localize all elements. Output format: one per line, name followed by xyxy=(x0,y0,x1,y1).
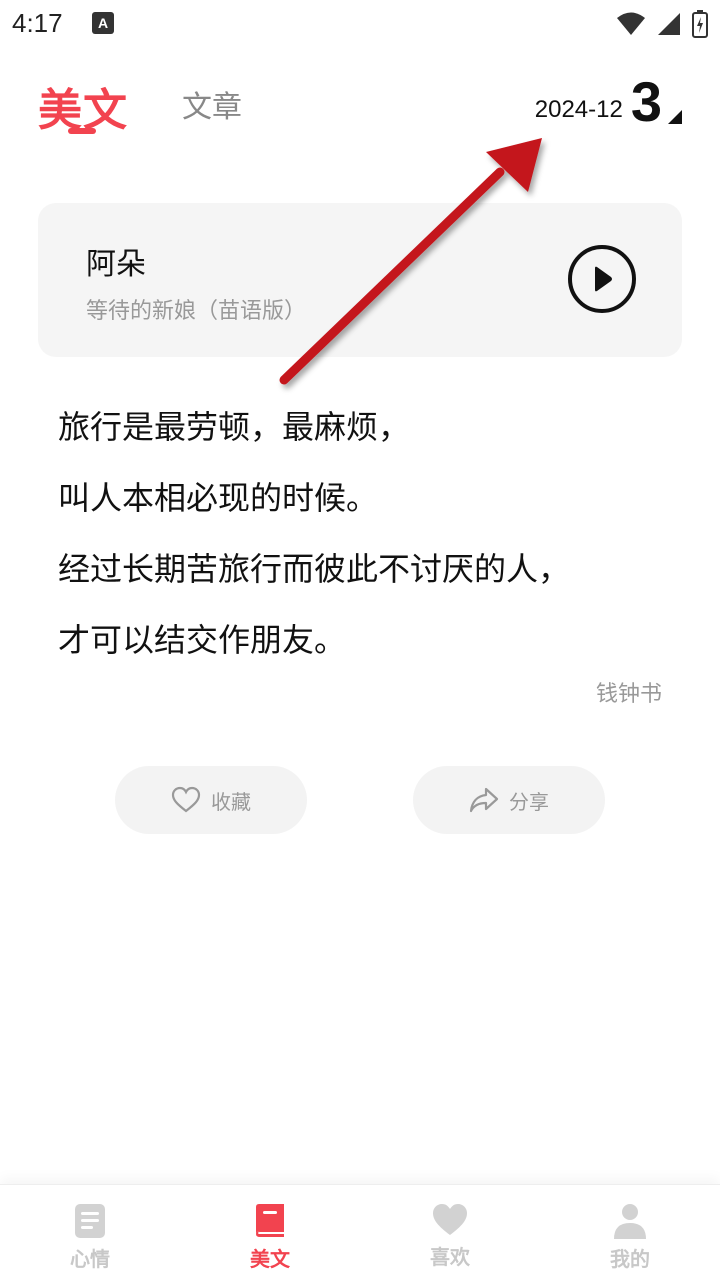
nav-item-xihuan[interactable]: 喜欢 xyxy=(360,1185,540,1280)
quote-line: 才可以结交作朋友。 xyxy=(58,621,347,659)
book-icon xyxy=(256,1204,284,1237)
play-button[interactable] xyxy=(568,245,636,313)
favorite-button[interactable]: 收藏 xyxy=(115,766,307,834)
quote-line: 叫人本相必现的时候。 xyxy=(58,479,379,517)
battery-icon xyxy=(692,10,708,38)
nav-item-meiwen[interactable]: 美文 xyxy=(180,1185,360,1280)
share-icon xyxy=(469,787,499,813)
share-button[interactable]: 分享 xyxy=(413,766,605,834)
nav-label: 心情 xyxy=(70,1247,110,1271)
document-icon xyxy=(75,1204,105,1238)
quote-text: 旅行是最劳顿，最麻烦， 叫人本相必现的时候。 经过长期苦旅行而彼此不讨厌的人， … xyxy=(58,392,678,676)
date-day: 3 xyxy=(630,70,662,133)
music-song-title: 等待的新娘（苗语版） xyxy=(86,299,307,324)
nav-item-wode[interactable]: 我的 xyxy=(540,1185,720,1280)
date-picker[interactable]: 2024-12 3 xyxy=(535,74,682,130)
heart-icon xyxy=(433,1204,467,1235)
quote-author: 钱钟书 xyxy=(595,682,662,707)
play-icon xyxy=(595,266,612,292)
status-icons xyxy=(616,10,708,38)
date-year-month: 2024-12 xyxy=(534,96,623,123)
quote-line: 旅行是最劳顿，最麻烦， xyxy=(58,408,411,446)
tab-underline xyxy=(68,128,96,134)
music-card[interactable]: 阿朵 等待的新娘（苗语版） xyxy=(38,203,682,357)
wifi-icon xyxy=(617,12,645,35)
tab-wenzhang[interactable]: 文章 xyxy=(182,82,242,126)
share-label: 分享 xyxy=(509,789,549,814)
status-bar: 4:17 A xyxy=(0,0,720,48)
status-time: 4:17 xyxy=(12,8,63,38)
nav-label: 美文 xyxy=(250,1247,290,1271)
heart-outline-icon xyxy=(171,786,201,813)
nav-label: 我的 xyxy=(610,1247,650,1271)
signal-icon xyxy=(658,13,680,35)
quote-line: 经过长期苦旅行而彼此不讨厌的人， xyxy=(58,550,571,588)
notification-icon: A xyxy=(92,12,114,34)
nav-item-xinqing[interactable]: 心情 xyxy=(0,1185,180,1280)
favorite-label: 收藏 xyxy=(211,789,251,814)
bottom-nav: 心情 美文 喜欢 我的 xyxy=(0,1184,720,1280)
person-icon xyxy=(614,1204,646,1239)
dropdown-caret-icon[interactable] xyxy=(668,110,682,124)
nav-label: 喜欢 xyxy=(430,1245,470,1269)
music-artist: 阿朵 xyxy=(86,247,146,282)
